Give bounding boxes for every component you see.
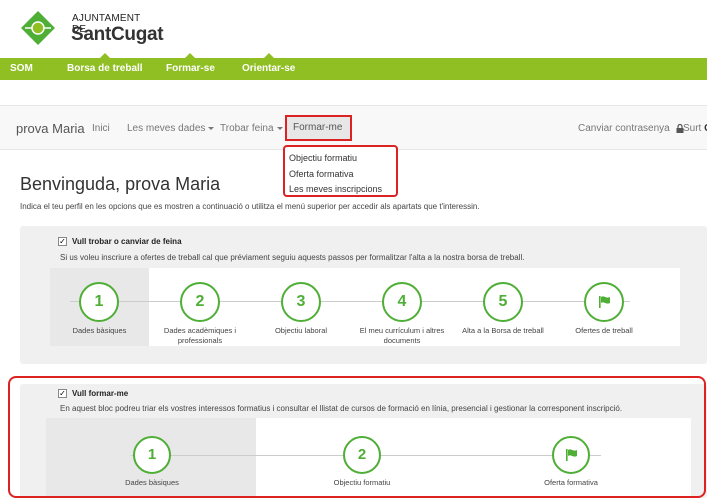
nav-pointer xyxy=(99,53,110,58)
checkbox-job-search[interactable]: ✓ xyxy=(58,237,67,246)
change-password-link[interactable]: Canviar contrasenya xyxy=(578,106,684,151)
user-brand[interactable]: prova Maria xyxy=(16,106,85,151)
logout-link[interactable]: Surt C xyxy=(683,106,707,151)
panel-job-search: ✓ Vull trobar o canviar de feina Si us v… xyxy=(20,226,707,364)
logo-diamond-icon xyxy=(21,11,55,45)
panel-description: Si us voleu inscriure a ofertes de treba… xyxy=(60,253,525,262)
steps-job-search: 1 Dades bàsiques 2 Dades acadèmiques i p… xyxy=(50,268,680,346)
intro-text: Indica el teu perfil en les opcions que … xyxy=(20,202,480,211)
step-circle-1[interactable]: 1 xyxy=(79,282,119,322)
site-logo[interactable]: AJUNTAMENT DE SantCugat xyxy=(20,8,164,53)
usernav-les-meves-dades[interactable]: Les meves dades xyxy=(127,106,215,151)
nav-item-formar[interactable]: Formar-se xyxy=(166,53,215,80)
step-circle-6[interactable] xyxy=(584,282,624,322)
nav-pointer xyxy=(185,53,196,58)
nav-item-som[interactable]: SOM xyxy=(10,58,33,80)
step-circle-3[interactable]: 3 xyxy=(281,282,321,322)
usernav-inici[interactable]: Inici xyxy=(92,106,110,151)
nav-item-orientar[interactable]: Orientar-se xyxy=(242,53,295,80)
step-label-1: Dades bàsiques xyxy=(72,326,127,335)
step-circle-5[interactable]: 5 xyxy=(483,282,523,322)
user-navbar: prova Maria Inici Les meves dades Trobar… xyxy=(0,105,707,150)
step-label-3: Objectiu laboral xyxy=(274,326,328,335)
step-label-2: Dades acadèmiques i professionals xyxy=(163,326,237,345)
dropdown-les-meves-inscripcions[interactable]: Les meves inscripcions xyxy=(289,184,382,194)
step-circle-2[interactable]: 2 xyxy=(180,282,220,322)
main-nav-bar: SOM Borsa de treball Formar-se Orientar-… xyxy=(0,53,707,80)
logo-line2: SantCugat xyxy=(71,24,164,45)
nav-pointer xyxy=(263,53,274,58)
dropdown-objectiu-formatiu[interactable]: Objectiu formatiu xyxy=(289,153,357,163)
chevron-down-icon xyxy=(208,126,215,130)
usernav-trobar-feina[interactable]: Trobar feina xyxy=(220,106,283,151)
panel-title: Vull trobar o canviar de feina xyxy=(72,237,182,246)
flag-icon xyxy=(599,296,610,308)
page-title: Benvinguda, prova Maria xyxy=(20,174,221,194)
usernav-formar-me[interactable]: Formar-me xyxy=(285,115,352,151)
step-label-4: El meu currículum i altres documents xyxy=(359,326,445,345)
steps-line xyxy=(70,301,630,302)
step-label-6: Ofertes de treball xyxy=(575,326,633,335)
step-circle-4[interactable]: 4 xyxy=(382,282,422,322)
panel-training-highlight xyxy=(8,376,706,498)
dropdown-oferta-formativa[interactable]: Oferta formativa xyxy=(289,169,354,179)
nav-item-borsa[interactable]: Borsa de treball xyxy=(67,53,143,80)
step-label-5: Alta a la Borsa de treball xyxy=(462,326,544,335)
chevron-down-icon xyxy=(276,126,283,130)
formar-me-dropdown: Objectiu formatiu Oferta formativa Les m… xyxy=(283,145,398,197)
